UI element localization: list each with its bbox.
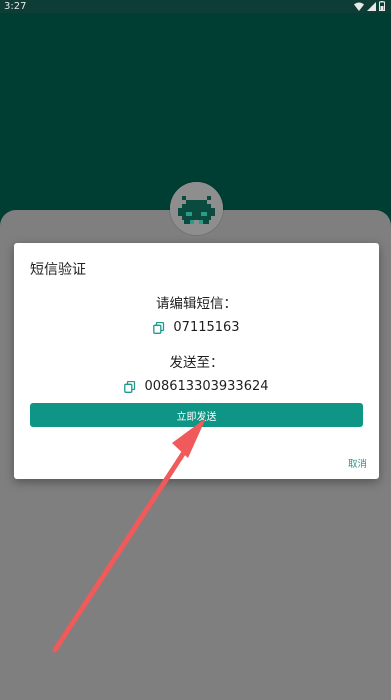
dialog-title: 短信验证 — [30, 262, 86, 278]
signal-icon — [367, 1, 376, 11]
edit-sms-label: 请编辑短信： — [156, 296, 237, 312]
battery-icon — [379, 1, 385, 11]
phone-number-value: 008613303933624 — [144, 379, 269, 394]
copy-number-icon[interactable] — [124, 380, 136, 393]
status-bar: 3:27 — [0, 0, 391, 13]
status-time: 3:27 — [4, 1, 27, 12]
phone-number-row: 008613303933624 — [14, 379, 379, 394]
sms-code-value: 07115163 — [173, 320, 240, 335]
sms-code-row: 07115163 — [14, 320, 379, 335]
send-to-label: 发送至： — [169, 355, 224, 371]
copy-code-icon[interactable] — [153, 321, 165, 334]
cancel-button[interactable]: 取消 — [348, 456, 367, 470]
wifi-icon — [354, 2, 364, 11]
pixel-monster-icon — [170, 182, 223, 235]
status-icons — [354, 1, 385, 11]
avatar — [170, 182, 223, 235]
screen: 3:27 短信验证 请编辑短信： 07115163 发送至： 008613303… — [0, 0, 391, 700]
send-now-button[interactable]: 立即发送 — [30, 403, 363, 427]
sms-verification-dialog: 短信验证 请编辑短信： 07115163 发送至： 00861330393362… — [14, 243, 379, 479]
